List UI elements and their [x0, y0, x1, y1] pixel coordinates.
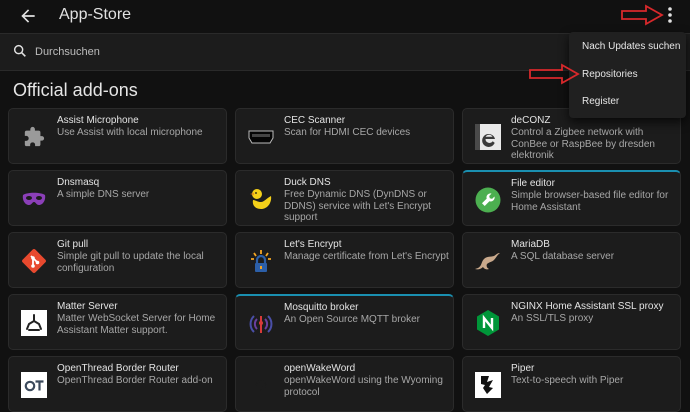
addon-card-matter-server[interactable]: Matter Server Matter WebSocket Server fo…: [8, 294, 227, 350]
addon-name: OpenThread Border Router: [57, 363, 179, 374]
mask-icon: [20, 185, 48, 213]
addon-card-git-pull[interactable]: Git pull Simple git pull to update the l…: [8, 232, 227, 288]
addon-description: Scan for HDMI CEC devices: [284, 127, 411, 138]
addon-card-nginx-ssl-proxy[interactable]: NGINX Home Assistant SSL proxy An SSL/TL…: [462, 294, 681, 350]
addon-card-lets-encrypt[interactable]: Let's Encrypt Manage certificate from Le…: [235, 232, 454, 288]
menu-item-register[interactable]: Register: [582, 96, 619, 107]
addon-card-file-editor[interactable]: File editor Simple browser-based file ed…: [462, 170, 681, 226]
addon-card-openwakeword[interactable]: openWakeWord openWakeWord using the Wyom…: [235, 356, 454, 412]
addon-description: Manage certificate from Let's Encrypt: [284, 251, 449, 262]
addon-name: File editor: [511, 178, 555, 189]
section-title: Official add-ons: [13, 80, 138, 100]
git-icon: [20, 247, 48, 275]
deconz-icon: [474, 123, 502, 151]
addon-description: Simple browser-based file editor for Hom…: [511, 190, 669, 213]
addon-description: openWakeWord using the Wyoming protocol: [284, 375, 443, 398]
addon-card-cec-scanner[interactable]: CEC Scanner Scan for HDMI CEC devices: [235, 108, 454, 164]
addon-card-duck-dns[interactable]: Duck DNS Free Dynamic DNS (DynDNS or DDN…: [235, 170, 454, 226]
page-title: App-Store: [59, 6, 132, 23]
addon-description: Simple git pull to update the local conf…: [57, 251, 204, 274]
lock-icon: [247, 247, 275, 275]
addon-description: An SSL/TLS proxy: [511, 313, 594, 324]
menu-item-check-updates[interactable]: Nach Updates suchen: [582, 41, 680, 52]
overflow-menu-icon[interactable]: [663, 4, 677, 26]
addon-name: deCONZ: [511, 115, 551, 126]
addon-description: Matter WebSocket Server for Home Assista…: [57, 313, 216, 336]
menu-item-repositories[interactable]: Repositories: [582, 69, 638, 80]
addon-name: Piper: [511, 363, 535, 374]
hdmi-icon: [247, 123, 275, 151]
duck-icon: [247, 185, 275, 213]
annotation-arrow-repositories: [529, 63, 580, 85]
addon-name: Duck DNS: [284, 177, 331, 188]
annotation-arrow-kebab: [621, 4, 664, 26]
addon-name: MariaDB: [511, 239, 550, 250]
addon-name: Git pull: [57, 239, 89, 250]
back-arrow-icon[interactable]: [18, 6, 38, 26]
addon-card-piper[interactable]: Piper Text-to-speech with Piper: [462, 356, 681, 412]
addon-name: Assist Microphone: [57, 115, 139, 126]
addon-card-mosquitto-broker[interactable]: Mosquitto broker An Open Source MQTT bro…: [235, 294, 454, 350]
addon-description: A simple DNS server: [57, 189, 150, 200]
addon-card-dnsmasq[interactable]: Dnsmasq A simple DNS server: [8, 170, 227, 226]
search-input[interactable]: [35, 43, 535, 61]
addon-description: Text-to-speech with Piper: [511, 375, 624, 386]
mqtt-icon: [247, 310, 275, 338]
addon-name: Dnsmasq: [57, 177, 100, 188]
addon-name: openWakeWord: [284, 363, 356, 374]
addon-description: Use Assist with local microphone: [57, 127, 203, 138]
addon-description: Control a Zigbee network with ConBee or …: [511, 127, 655, 161]
addon-card-openthread-border-router[interactable]: OpenThread Border Router OpenThread Bord…: [8, 356, 227, 412]
addon-description: A SQL database server: [511, 251, 615, 262]
addon-name: Let's Encrypt: [284, 239, 342, 250]
addon-name: Mosquitto broker: [284, 302, 359, 313]
wrench-icon: [474, 186, 502, 214]
addon-name: Matter Server: [57, 301, 118, 312]
addon-description: Free Dynamic DNS (DynDNS or DDNS) servic…: [284, 189, 431, 223]
addon-description: An Open Source MQTT broker: [284, 314, 420, 325]
addon-description: OpenThread Border Router add-on: [57, 375, 213, 386]
puzzle-icon: [20, 123, 48, 151]
nginx-icon: [474, 309, 502, 337]
wake-icon: [247, 371, 275, 399]
addon-name: CEC Scanner: [284, 115, 346, 126]
matter-icon: [20, 309, 48, 337]
openthread-icon: [20, 371, 48, 399]
overflow-menu: Nach Updates suchen Repositories Registe…: [569, 32, 686, 118]
search-icon: [13, 44, 26, 57]
piper-icon: [474, 371, 502, 399]
addon-name: NGINX Home Assistant SSL proxy: [511, 301, 664, 312]
seal-icon: [474, 247, 502, 275]
top-app-bar: App-Store: [0, 0, 690, 32]
addon-card-assist-microphone[interactable]: Assist Microphone Use Assist with local …: [8, 108, 227, 164]
addon-card-mariadb[interactable]: MariaDB A SQL database server: [462, 232, 681, 288]
